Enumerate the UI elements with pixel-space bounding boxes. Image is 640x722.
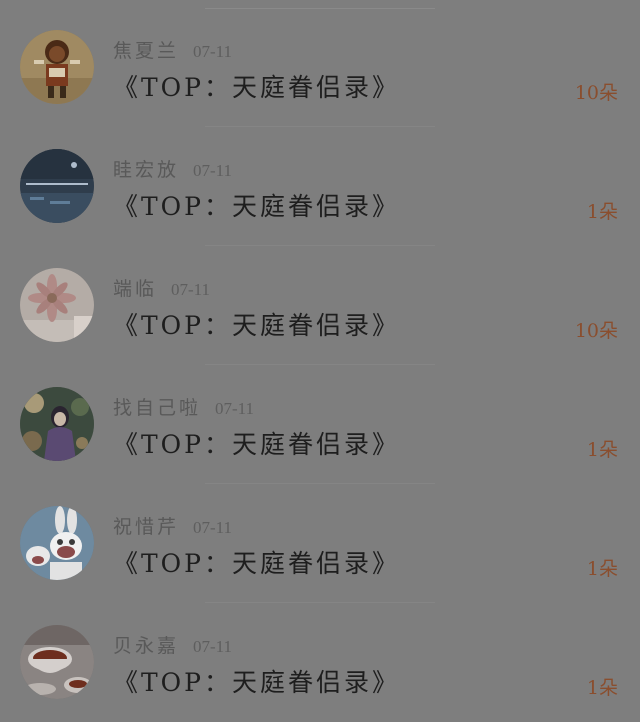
user-name[interactable]: 焦夏兰: [113, 40, 179, 62]
list-item[interactable]: 端临 07-11 《TOP：天庭眷侣录》 10朵: [0, 246, 640, 365]
item-meta: 焦夏兰 07-11: [113, 36, 232, 62]
book-title[interactable]: 《TOP：天庭眷侣录》: [113, 544, 400, 580]
item-date: 07-11: [171, 280, 211, 299]
rabbid-cartoon-avatar-icon[interactable]: [20, 506, 94, 580]
flower-count: 1朵: [586, 677, 618, 699]
book-title[interactable]: 《TOP：天庭眷侣录》: [113, 68, 400, 104]
flower-count: 1朵: [586, 201, 618, 223]
item-meta: 端临 07-11: [113, 274, 210, 300]
book-title[interactable]: 《TOP：天庭眷侣录》: [113, 187, 400, 223]
user-name[interactable]: 祝惜芹: [113, 516, 179, 538]
cartoon-character-avatar-icon[interactable]: [20, 30, 94, 104]
item-date: 07-11: [193, 42, 233, 61]
item-meta: 眭宏放 07-11: [113, 155, 232, 181]
flower-count: 1朵: [586, 439, 618, 461]
user-name[interactable]: 眭宏放: [113, 159, 179, 181]
list-item[interactable]: 找自己啦 07-11 《TOP：天庭眷侣录》 1朵: [0, 365, 640, 484]
user-name[interactable]: 贝永嘉: [113, 635, 179, 657]
item-date: 07-11: [215, 399, 255, 418]
anime-girl-avatar-icon[interactable]: [20, 387, 94, 461]
list-item[interactable]: 贝永嘉 07-11 《TOP：天庭眷侣录》 1朵: [0, 603, 640, 722]
flower-count: 10朵: [574, 320, 618, 342]
user-name[interactable]: 端临: [113, 278, 157, 300]
book-title[interactable]: 《TOP：天庭眷侣录》: [113, 663, 400, 699]
book-title[interactable]: 《TOP：天庭眷侣录》: [113, 425, 400, 461]
list-item[interactable]: 焦夏兰 07-11 《TOP：天庭眷侣录》 10朵: [0, 8, 640, 127]
book-title[interactable]: 《TOP：天庭眷侣录》: [113, 306, 400, 342]
user-name[interactable]: 找自己啦: [113, 397, 201, 419]
item-meta: 找自己啦 07-11: [113, 393, 254, 419]
night-sky-avatar-icon[interactable]: [20, 149, 94, 223]
item-date: 07-11: [193, 161, 233, 180]
flower-count: 1朵: [586, 558, 618, 580]
teacup-avatar-icon[interactable]: [20, 625, 94, 699]
item-meta: 祝惜芹 07-11: [113, 512, 232, 538]
item-date: 07-11: [193, 637, 233, 656]
list-item[interactable]: 眭宏放 07-11 《TOP：天庭眷侣录》 1朵: [0, 127, 640, 246]
list-item[interactable]: 祝惜芹 07-11 《TOP：天庭眷侣录》 1朵: [0, 484, 640, 603]
gift-ranking-list: 焦夏兰 07-11 《TOP：天庭眷侣录》 10朵 眭宏放 07-11 《TOP：天…: [0, 0, 640, 718]
flower-avatar-icon[interactable]: [20, 268, 94, 342]
item-meta: 贝永嘉 07-11: [113, 631, 232, 657]
item-date: 07-11: [193, 518, 233, 537]
flower-count: 10朵: [574, 82, 618, 104]
